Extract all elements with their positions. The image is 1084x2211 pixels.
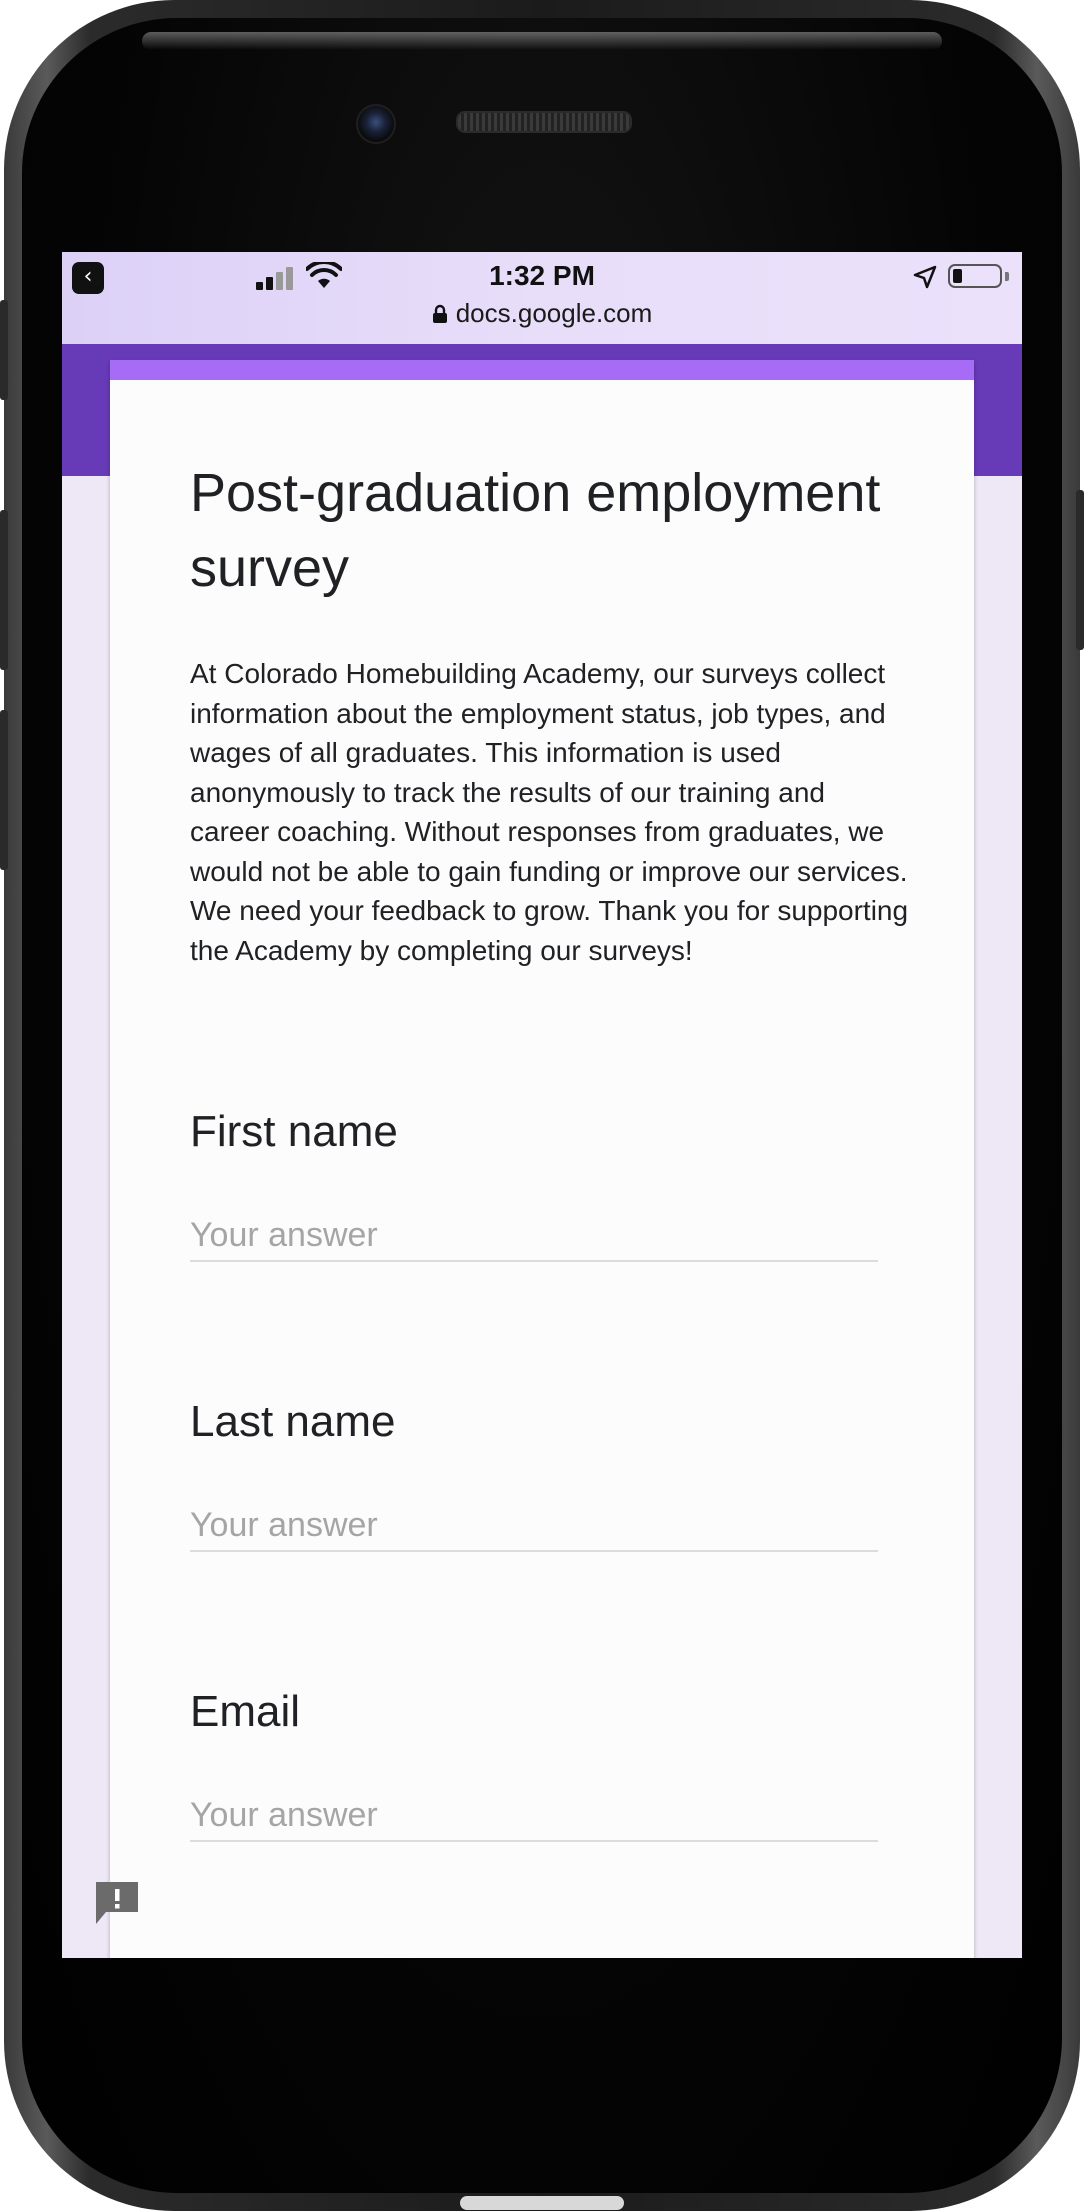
phone-screen: ‹ 1:32 PM docs.google.com Post-graduatio… [62,252,1022,1958]
question-label-first-name: First name [190,1107,398,1156]
lock-icon [432,304,447,323]
volume-up-button [0,510,8,670]
battery-tip [1005,272,1009,281]
form-card-accent [110,360,974,380]
last-name-input[interactable] [190,1500,878,1552]
url-text: docs.google.com [455,298,653,328]
report-problem-icon[interactable] [92,1878,142,1928]
front-camera [356,104,396,144]
question-label-last-name: Last name [190,1397,396,1446]
location-arrow-icon [913,265,937,289]
email-input[interactable] [190,1790,878,1842]
form-description: At Colorado Homebuilding Academy, our su… [190,658,909,966]
form-title: Post-graduation employment survey [190,463,881,598]
mute-switch [0,300,8,400]
status-bar: ‹ 1:32 PM docs.google.com [62,252,1022,344]
earpiece-speaker [456,111,632,133]
address-bar[interactable]: docs.google.com [62,298,1022,329]
status-time: 1:32 PM [489,260,595,291]
home-button-edge [460,2196,624,2210]
power-button [1076,490,1084,650]
question-label-email: Email [190,1687,301,1736]
form-card: Post-graduation employment survey At Col… [110,360,974,1958]
volume-down-button [0,710,8,870]
battery-icon [948,264,1002,288]
first-name-input[interactable] [190,1210,878,1262]
battery-level [953,269,962,283]
bezel-shine [142,32,942,50]
